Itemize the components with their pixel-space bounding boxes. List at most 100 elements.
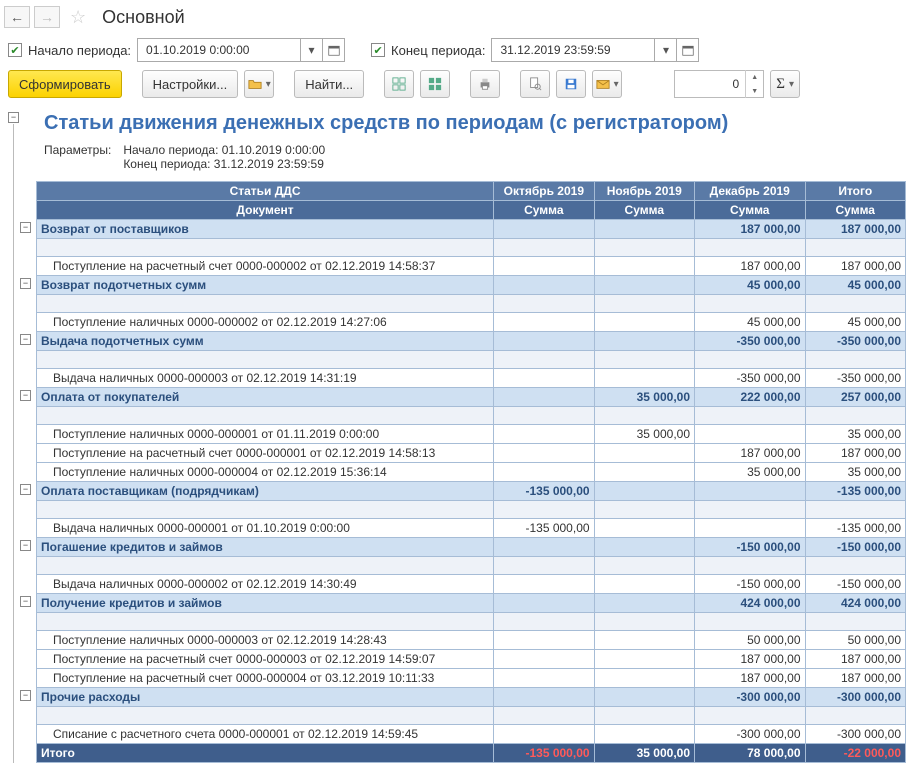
report-table: Статьи ДДС Октябрь 2019 Ноябрь 2019 Дека… [36, 181, 906, 763]
doc-cell[interactable]: Поступление наличных 0000-000002 от 02.1… [37, 313, 494, 332]
doc-cell[interactable]: Выдача наличных 0000-000001 от 01.10.201… [37, 519, 494, 538]
col-group-header: Статьи ДДС [37, 182, 494, 201]
outline-toggle[interactable]: − [20, 484, 31, 495]
blank-cell [805, 351, 906, 369]
start-period-dropdown-icon[interactable]: ▾ [300, 39, 322, 61]
settings-button[interactable]: Настройки... [142, 70, 239, 98]
doc-cell[interactable]: Поступление на расчетный счет 0000-00000… [37, 257, 494, 276]
value-cell: 35 000,00 [695, 463, 806, 482]
expand-groups-button[interactable] [384, 70, 414, 98]
doc-cell[interactable]: Поступление наличных 0000-000001 от 01.1… [37, 425, 494, 444]
print-button[interactable] [470, 70, 500, 98]
end-period-calendar-icon[interactable] [676, 39, 698, 61]
params-line-2: Конец периода: 31.12.2019 23:59:59 [123, 157, 325, 171]
caret-down-icon: ▾ [789, 79, 794, 90]
section-total-cell [494, 594, 594, 613]
section-total-cell: -300 000,00 [695, 688, 806, 707]
section-total-cell: 424 000,00 [805, 594, 906, 613]
start-period-calendar-icon[interactable] [322, 39, 344, 61]
section-total-cell [594, 538, 694, 557]
section-title[interactable]: Погашение кредитов и займов [37, 538, 494, 557]
col-sum-oct: Сумма [494, 201, 594, 220]
value-cell [594, 519, 694, 538]
variants-button[interactable]: ▾ [244, 70, 274, 98]
forward-arrow-icon: → [40, 9, 54, 25]
expand-groups-icon [392, 77, 406, 91]
section-total-cell: -350 000,00 [695, 332, 806, 351]
level-input[interactable]: 0 ▲▼ [674, 70, 764, 98]
doc-cell[interactable]: Поступление на расчетный счет 0000-00000… [37, 669, 494, 688]
section-total-cell [494, 220, 594, 239]
end-period-input[interactable]: 31.12.2019 23:59:59 ▾ [491, 38, 699, 62]
caret-down-icon: ▾ [266, 79, 271, 90]
section-title[interactable]: Выдача подотчетных сумм [37, 332, 494, 351]
outline-toggle[interactable]: − [8, 112, 19, 123]
start-period-checkbox[interactable]: ✔ [8, 43, 22, 57]
save-button[interactable] [556, 70, 586, 98]
section-title[interactable]: Оплата поставщикам (подрядчикам) [37, 482, 494, 501]
params-label: Параметры: [44, 143, 111, 157]
back-button[interactable]: ← [4, 6, 30, 28]
end-period-dropdown-icon[interactable]: ▾ [654, 39, 676, 61]
find-label: Найти... [305, 77, 353, 92]
blank-cell [805, 295, 906, 313]
section-total-cell: 424 000,00 [695, 594, 806, 613]
blank-cell [695, 613, 806, 631]
spin-down-icon[interactable]: ▼ [746, 84, 763, 98]
section-total-cell: 257 000,00 [805, 388, 906, 407]
value-cell [594, 575, 694, 594]
collapse-groups-button[interactable] [420, 70, 450, 98]
sigma-button[interactable]: Σ▾ [770, 70, 800, 98]
generate-label: Сформировать [19, 77, 111, 92]
send-button[interactable]: ▾ [592, 70, 622, 98]
spin-up-icon[interactable]: ▲ [746, 70, 763, 84]
col-period-oct: Октябрь 2019 [494, 182, 594, 201]
value-cell [594, 650, 694, 669]
outline-toggle[interactable]: − [20, 596, 31, 607]
blank-cell [805, 501, 906, 519]
doc-cell[interactable]: Поступление на расчетный счет 0000-00000… [37, 444, 494, 463]
doc-cell[interactable]: Списание с расчетного счета 0000-000001 … [37, 725, 494, 744]
end-period-checkbox[interactable]: ✔ [371, 43, 385, 57]
section-total-cell [594, 276, 694, 295]
doc-cell[interactable]: Выдача наличных 0000-000003 от 02.12.201… [37, 369, 494, 388]
blank-cell [805, 407, 906, 425]
value-cell [594, 369, 694, 388]
blank-cell [594, 501, 694, 519]
generate-button[interactable]: Сформировать [8, 70, 122, 98]
outline-toggle[interactable]: − [20, 390, 31, 401]
doc-cell[interactable]: Поступление наличных 0000-000004 от 02.1… [37, 463, 494, 482]
section-title[interactable]: Возврат от поставщиков [37, 220, 494, 239]
collapse-groups-icon [428, 77, 442, 91]
outline-toggle[interactable]: − [20, 222, 31, 233]
outline-toggle[interactable]: − [20, 278, 31, 289]
printer-icon [478, 77, 492, 91]
section-title[interactable]: Оплата от покупателей [37, 388, 494, 407]
start-period-input[interactable]: 01.10.2019 0:00:00 ▾ [137, 38, 345, 62]
value-cell [494, 631, 594, 650]
blank-cell [494, 407, 594, 425]
doc-cell[interactable]: Выдача наличных 0000-000002 от 02.12.201… [37, 575, 494, 594]
settings-label: Настройки... [153, 77, 228, 92]
doc-cell[interactable]: Поступление наличных 0000-000003 от 02.1… [37, 631, 494, 650]
section-total-cell: -135 000,00 [494, 482, 594, 501]
section-title[interactable]: Получение кредитов и займов [37, 594, 494, 613]
section-title[interactable]: Возврат подотчетных сумм [37, 276, 494, 295]
value-cell [594, 725, 694, 744]
outline-toggle[interactable]: − [20, 540, 31, 551]
blank-cell [695, 557, 806, 575]
value-cell: 187 000,00 [805, 444, 906, 463]
find-button[interactable]: Найти... [294, 70, 364, 98]
outline-toggle[interactable]: − [20, 690, 31, 701]
outline-toggle[interactable]: − [20, 334, 31, 345]
preview-button[interactable] [520, 70, 550, 98]
section-title[interactable]: Прочие расходы [37, 688, 494, 707]
forward-button[interactable]: → [34, 6, 60, 28]
section-total-cell: -150 000,00 [695, 538, 806, 557]
doc-cell[interactable]: Поступление на расчетный счет 0000-00000… [37, 650, 494, 669]
mail-icon [596, 77, 610, 91]
value-cell [494, 575, 594, 594]
favorite-star-icon[interactable]: ☆ [70, 7, 86, 28]
section-total-cell: 187 000,00 [805, 220, 906, 239]
value-cell [594, 313, 694, 332]
